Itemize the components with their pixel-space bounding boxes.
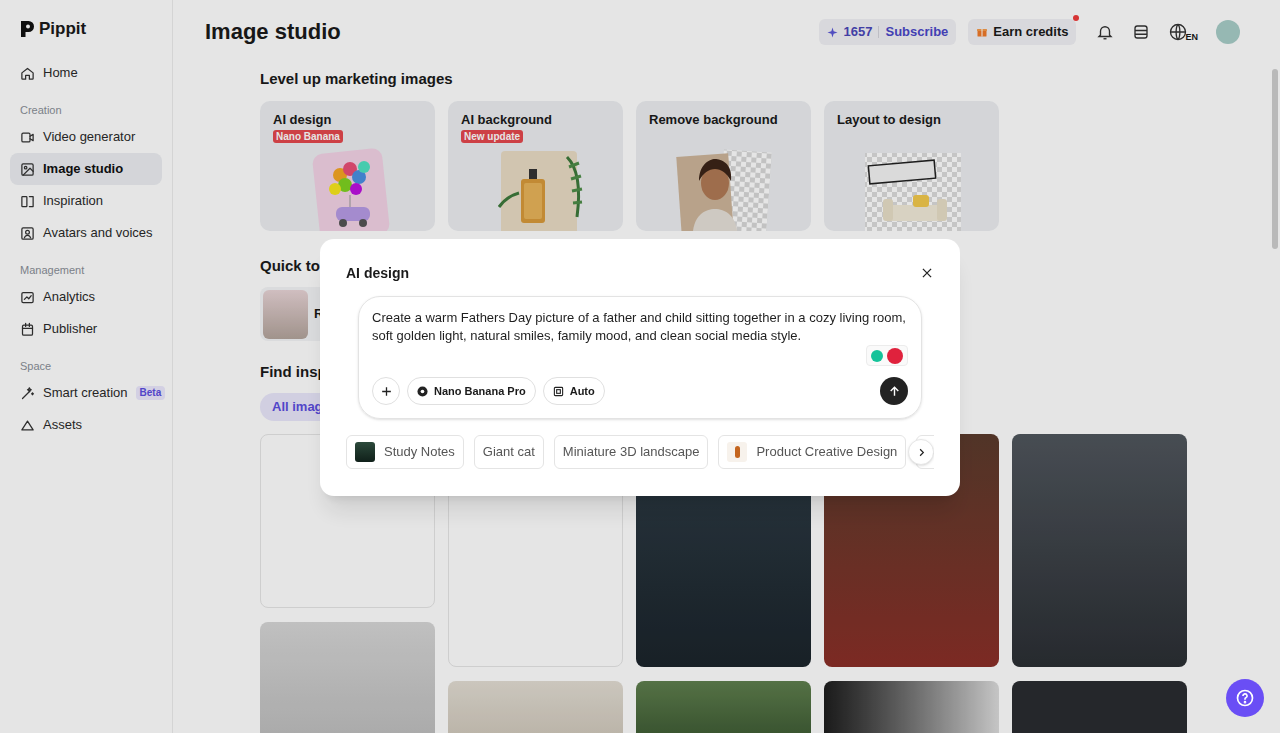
suggestion-thumbnail [355,442,375,462]
suggestion-chip[interactable]: Study Notes [346,435,464,469]
assistant-dot [871,350,883,362]
suggestion-chip[interactable]: Giant cat [474,435,544,469]
suggestion-chip[interactable]: Product Creative Design [718,435,906,469]
suggestion-label: Product Creative Design [756,442,897,462]
suggestion-chip[interactable]: Miniature 3D landscape [554,435,709,469]
add-button[interactable] [372,377,400,405]
close-icon[interactable] [920,266,934,280]
model-icon [417,386,428,397]
prompt-controls: Nano Banana Pro Auto [372,377,908,405]
ai-design-dialog: AI design Create a warm Fathers Day pict… [320,239,960,496]
suggestion-thumbnail [727,442,747,462]
suggestion-list: Study Notes Giant cat Miniature 3D landsca… [346,435,934,469]
modal-overlay: AI design Create a warm Fathers Day pict… [0,0,1280,733]
assistant-dot [887,348,903,364]
suggestion-label: Giant cat [483,442,535,462]
help-button[interactable] [1226,679,1264,717]
next-suggestions-button[interactable] [908,439,934,465]
ratio-label: Auto [570,383,595,400]
ratio-selector[interactable]: Auto [543,377,605,405]
arrow-up-icon [888,385,901,398]
prompt-box: Create a warm Fathers Day picture of a f… [358,296,922,419]
suggestion-label: Study Notes [384,442,455,462]
send-button[interactable] [880,377,908,405]
bottle-shape [735,446,740,458]
dialog-header: AI design [320,263,960,283]
plus-icon [380,385,393,398]
dialog-title: AI design [346,263,409,283]
help-icon [1235,688,1255,708]
model-selector[interactable]: Nano Banana Pro [407,377,536,405]
suggestions: Study Notes Giant cat Miniature 3D landsca… [346,435,934,469]
aspect-ratio-icon [553,386,564,397]
chevron-right-icon [916,447,927,458]
model-label: Nano Banana Pro [434,383,526,400]
extension-row [372,345,908,366]
suggestion-label: Miniature 3D landscape [563,442,700,462]
writing-assistant-icon[interactable] [866,345,908,366]
prompt-input[interactable]: Create a warm Fathers Day picture of a f… [372,309,908,345]
